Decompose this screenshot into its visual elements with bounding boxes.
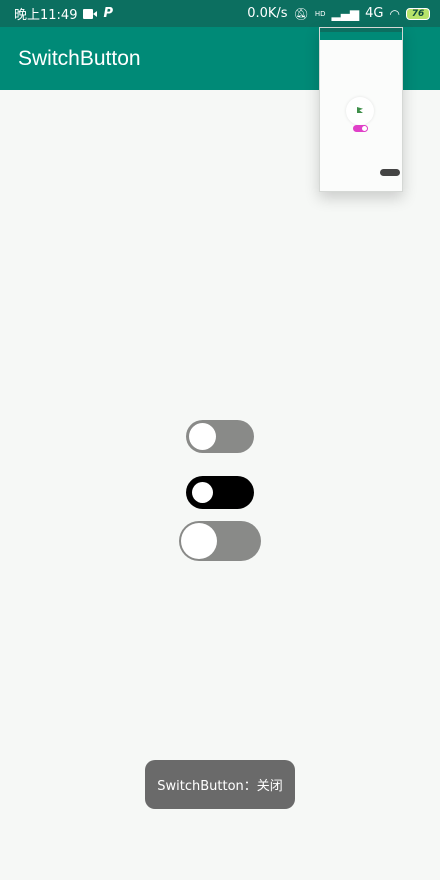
switch-button-3[interactable] — [179, 521, 261, 561]
network-speed: 0.0K/s — [247, 6, 288, 21]
switch-thumb — [192, 482, 213, 503]
preview-switch — [353, 125, 368, 132]
signal-icon: ▂▄▆ — [331, 6, 360, 21]
switch-thumb — [181, 523, 217, 559]
status-time: 晚上11:49 — [14, 8, 78, 23]
mute-icon: 🔕︎ — [293, 6, 309, 21]
switch-thumb — [189, 423, 216, 450]
toast-message: SwitchButton：关闭 — [145, 760, 295, 809]
signal-label: 4G — [365, 6, 384, 21]
switch-button-1[interactable] — [186, 420, 254, 453]
status-left: 晚上11:49 P — [14, 0, 119, 27]
status-right: 0.0K/s 🔕︎ HD ▂▄▆ 4G ◠ 76 — [247, 0, 430, 27]
p-icon: P — [103, 6, 113, 21]
preview-app-bar — [320, 32, 402, 40]
battery-level: 76 — [411, 8, 425, 19]
status-bar: 晚上11:49 P 0.0K/s 🔕︎ HD ▂▄▆ 4G ◠ 76 — [0, 0, 440, 27]
floating-preview-window[interactable] — [319, 27, 403, 192]
app-title: SwitchButton — [18, 47, 141, 70]
switch-button-2[interactable] — [186, 476, 254, 509]
wifi-icon: ◠ — [389, 6, 400, 21]
video-camera-icon — [83, 8, 98, 19]
preview-toast — [380, 169, 400, 176]
hd-label: HD — [314, 9, 326, 18]
battery-icon: 76 — [406, 7, 430, 20]
